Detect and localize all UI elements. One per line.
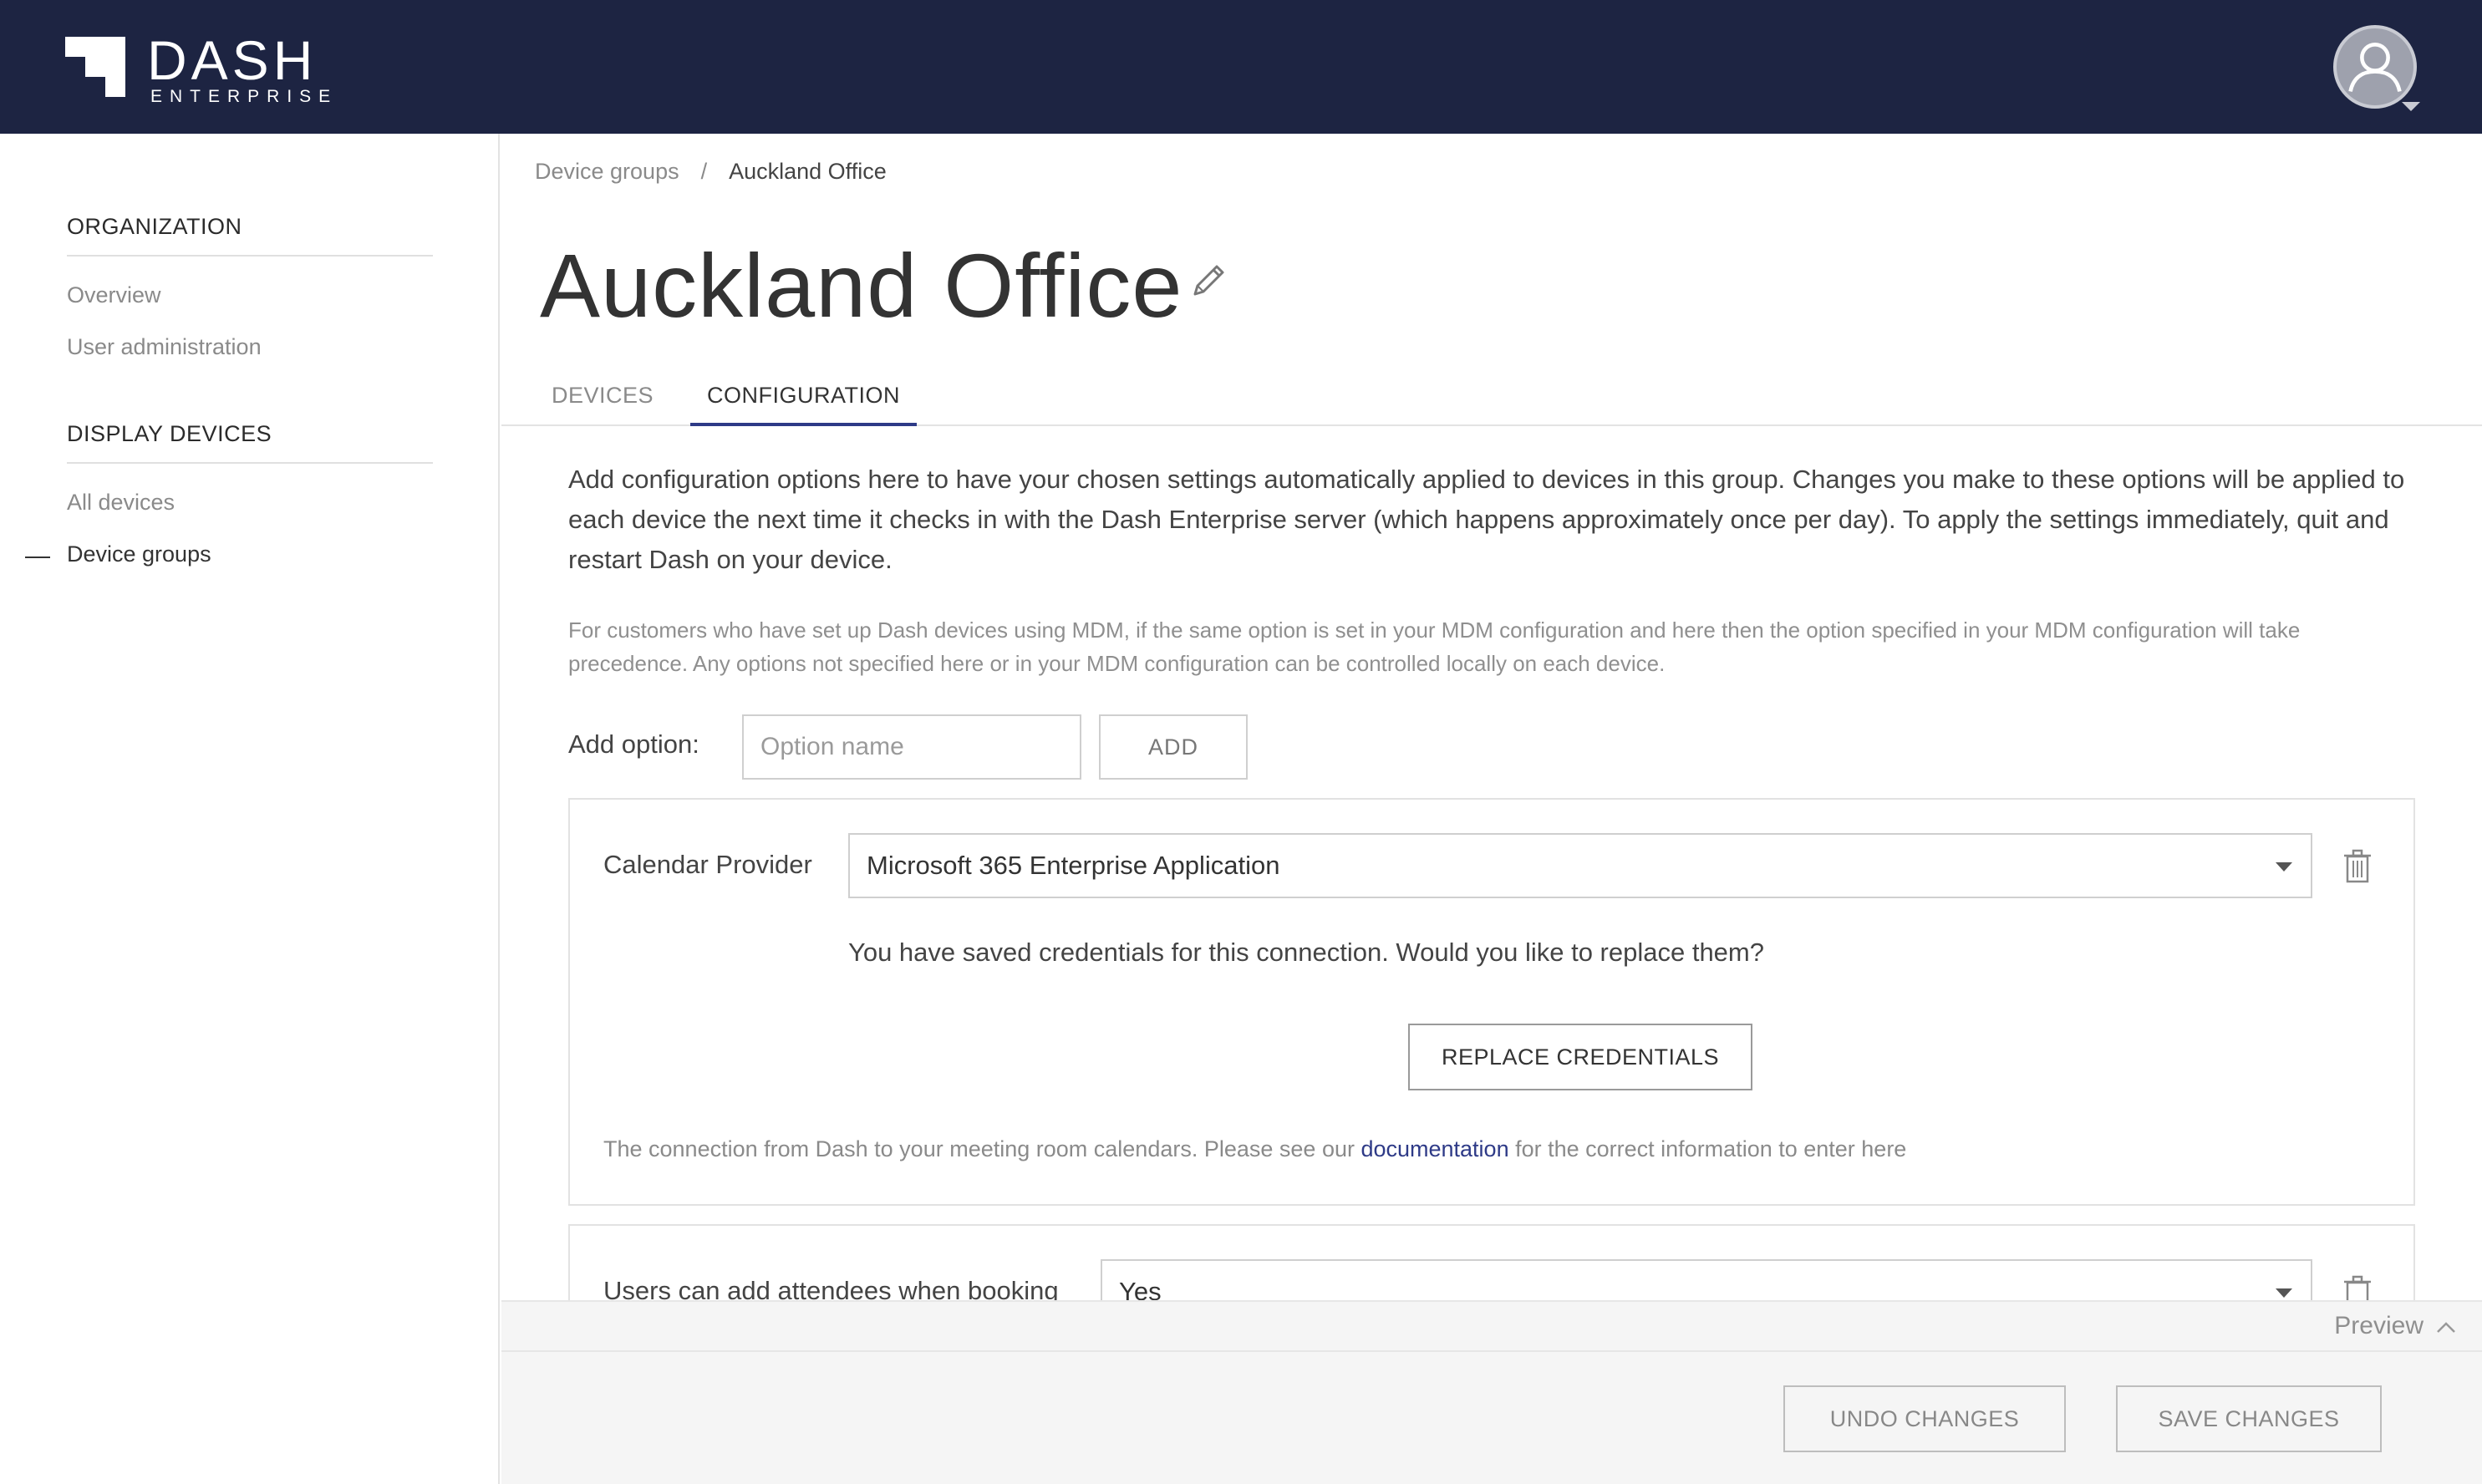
chevron-up-icon bbox=[2437, 1322, 2455, 1333]
add-option-label: Add option: bbox=[568, 729, 699, 759]
page-title: Auckland Office bbox=[540, 235, 1183, 336]
account-menu-caret-icon[interactable] bbox=[2402, 102, 2420, 111]
tab-devices[interactable]: DEVICES bbox=[552, 383, 654, 426]
preview-bar[interactable]: Preview bbox=[501, 1300, 2482, 1352]
sidebar-item-all-devices[interactable]: All devices bbox=[67, 490, 175, 516]
sidebar: ORGANIZATION Overview User administratio… bbox=[0, 134, 500, 1484]
calendar-provider-select[interactable]: Microsoft 365 Enterprise Application bbox=[848, 833, 2312, 898]
sidebar-section-display-devices: DISPLAY DEVICES bbox=[67, 421, 433, 464]
configuration-intro: Add configuration options here to have y… bbox=[568, 465, 2405, 574]
breadcrumb-separator: / bbox=[700, 159, 708, 184]
breadcrumb-device-groups[interactable]: Device groups bbox=[535, 159, 679, 184]
documentation-link[interactable]: documentation bbox=[1361, 1136, 1508, 1161]
option-label: Calendar Provider bbox=[603, 850, 812, 879]
top-bar: DASH ENTERPRISE bbox=[0, 0, 2482, 134]
tab-bar: DEVICES CONFIGURATION bbox=[501, 368, 2482, 426]
chevron-down-icon bbox=[2276, 862, 2292, 872]
pencil-icon[interactable] bbox=[1187, 259, 1230, 302]
sidebar-item-overview[interactable]: Overview bbox=[67, 282, 161, 308]
logo-subtitle: ENTERPRISE bbox=[150, 87, 338, 106]
add-option-button[interactable]: ADD bbox=[1099, 714, 1248, 780]
save-changes-button[interactable]: SAVE CHANGES bbox=[2116, 1385, 2382, 1452]
breadcrumb: Device groups / Auckland Office bbox=[535, 159, 887, 185]
mdm-note: For customers who have set up Dash devic… bbox=[568, 617, 2301, 676]
undo-changes-button[interactable]: UNDO CHANGES bbox=[1783, 1385, 2066, 1452]
option-name-input[interactable] bbox=[742, 714, 1081, 780]
replace-credentials-button[interactable]: REPLACE CREDENTIALS bbox=[1408, 1024, 1752, 1090]
preview-label: Preview bbox=[2334, 1312, 2424, 1339]
dash-logo-mark-icon bbox=[65, 37, 125, 97]
tab-configuration[interactable]: CONFIGURATION bbox=[690, 383, 917, 426]
user-avatar-icon[interactable] bbox=[2333, 25, 2417, 109]
option-help-text: The connection from Dash to your meeting… bbox=[603, 1136, 1907, 1161]
saved-credentials-message: You have saved credentials for this conn… bbox=[848, 938, 1764, 967]
option-card-calendar-provider: Calendar Provider Microsoft 365 Enterpri… bbox=[568, 798, 2415, 1206]
footer-actions: UNDO CHANGES SAVE CHANGES bbox=[501, 1352, 2482, 1484]
sidebar-item-user-administration[interactable]: User administration bbox=[67, 334, 262, 360]
logo-title: DASH bbox=[147, 29, 318, 91]
sidebar-section-organization: ORGANIZATION bbox=[67, 214, 433, 257]
dash-logo[interactable]: DASH ENTERPRISE bbox=[65, 29, 338, 106]
trash-icon[interactable] bbox=[2343, 848, 2372, 883]
chevron-down-icon bbox=[2276, 1288, 2292, 1298]
select-value: Microsoft 365 Enterprise Application bbox=[867, 851, 1280, 880]
active-indicator bbox=[25, 556, 50, 558]
sidebar-item-device-groups[interactable]: Device groups bbox=[67, 541, 211, 567]
breadcrumb-current: Auckland Office bbox=[729, 159, 887, 184]
